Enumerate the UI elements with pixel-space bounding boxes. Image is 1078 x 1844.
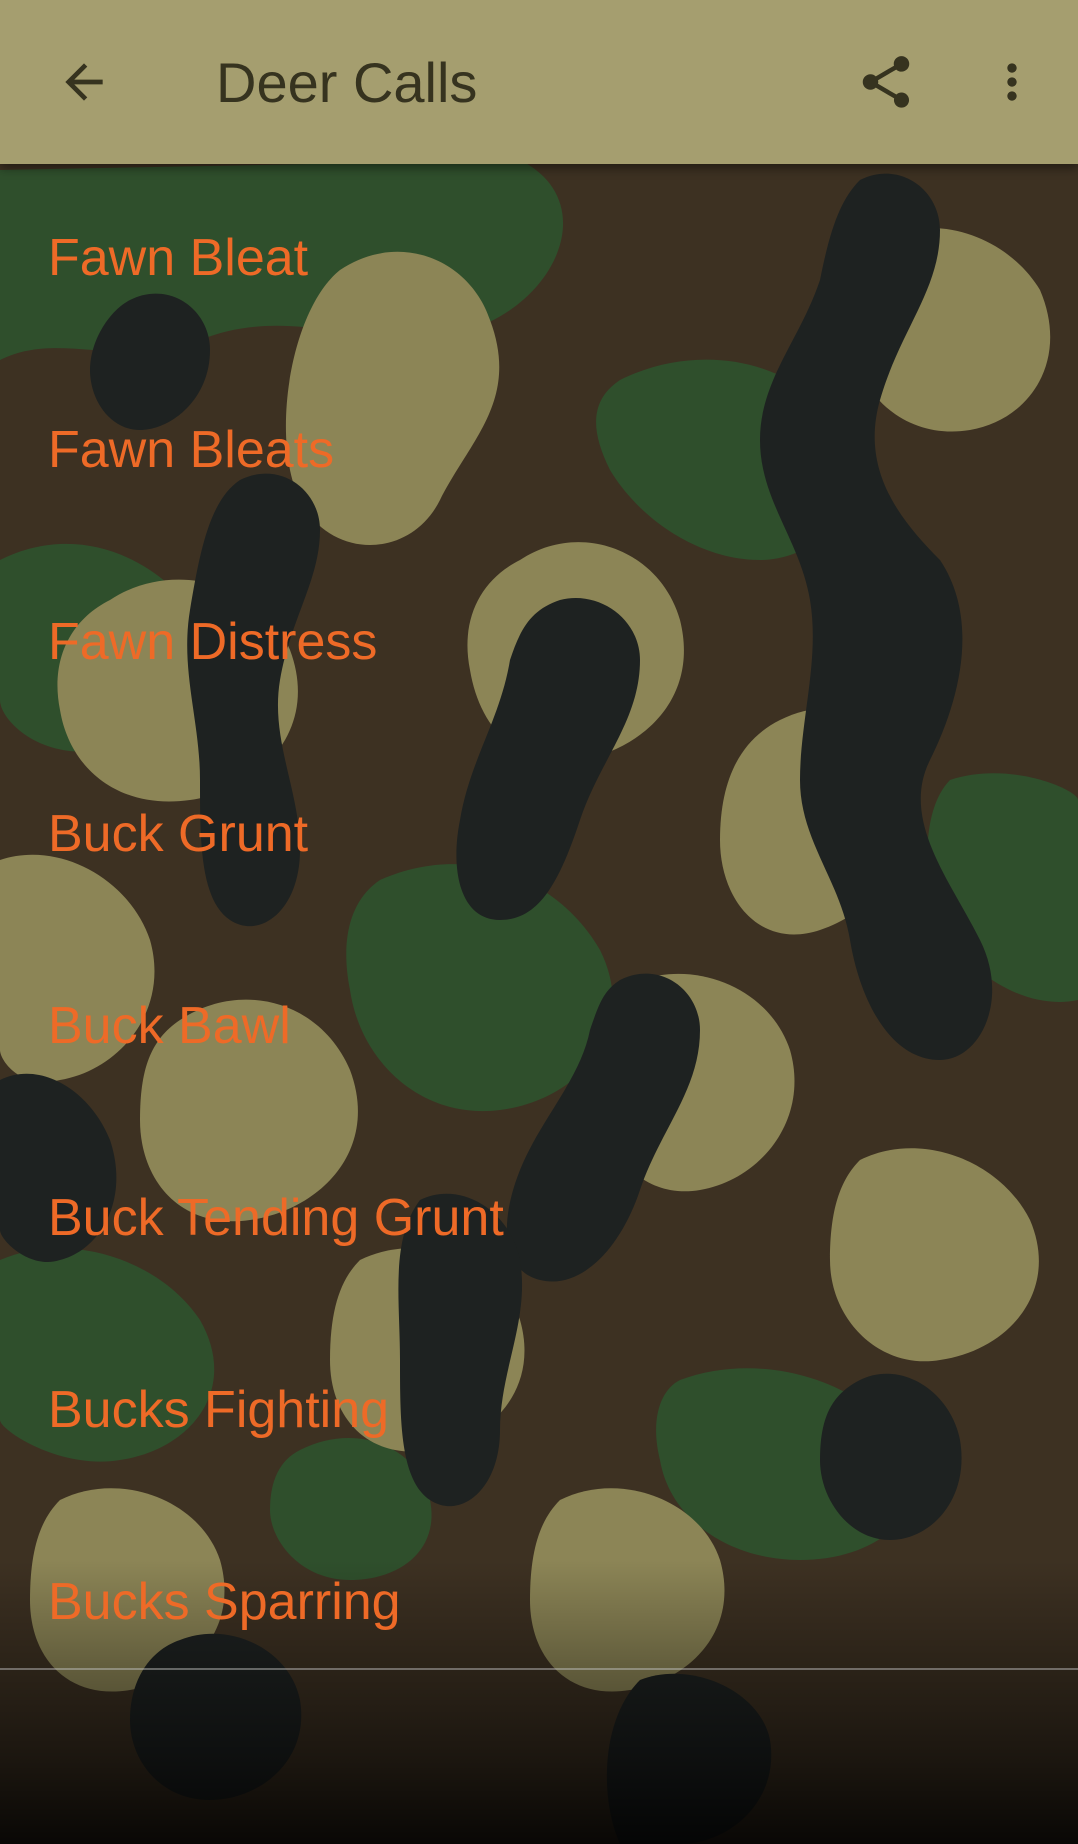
list-item-fawn-bleat[interactable]: Fawn Bleat: [0, 164, 1078, 356]
share-icon: [862, 56, 910, 108]
list-item-label: Fawn Bleats: [48, 421, 335, 479]
list-item-label: Fawn Distress: [48, 613, 378, 671]
list-item-buck-bawl[interactable]: Buck Bawl: [0, 932, 1078, 1124]
page-title: Deer Calls: [216, 51, 478, 114]
share-button[interactable]: [846, 42, 926, 122]
list-item-label: Buck Bawl: [48, 997, 291, 1055]
back-button[interactable]: [44, 42, 124, 122]
more-vert-icon: [1007, 63, 1017, 101]
calls-list: Fawn Bleat Fawn Bleats Fawn Distress Buc…: [0, 164, 1078, 1700]
list-item-label: Fawn Bleat: [48, 229, 309, 287]
arrow-back-icon: [65, 63, 103, 101]
list-item-bucks-sparring[interactable]: Bucks Sparring: [0, 1508, 1078, 1700]
list-item-bucks-fighting[interactable]: Bucks Fighting: [0, 1316, 1078, 1508]
list-item-fawn-distress[interactable]: Fawn Distress: [0, 548, 1078, 740]
list-item-label: Bucks Sparring: [48, 1573, 401, 1631]
list-item-label: Bucks Fighting: [48, 1381, 390, 1439]
app-bar: Deer Calls: [0, 0, 1078, 164]
list-item-label: Buck Grunt: [48, 805, 309, 863]
list-divider: [0, 1668, 1078, 1670]
overflow-menu-button[interactable]: [972, 42, 1052, 122]
list-item-buck-tending-grunt[interactable]: Buck Tending Grunt: [0, 1124, 1078, 1316]
list-item-fawn-bleats[interactable]: Fawn Bleats: [0, 356, 1078, 548]
list-item-buck-grunt[interactable]: Buck Grunt: [0, 740, 1078, 932]
list-item-label: Buck Tending Grunt: [48, 1189, 504, 1247]
